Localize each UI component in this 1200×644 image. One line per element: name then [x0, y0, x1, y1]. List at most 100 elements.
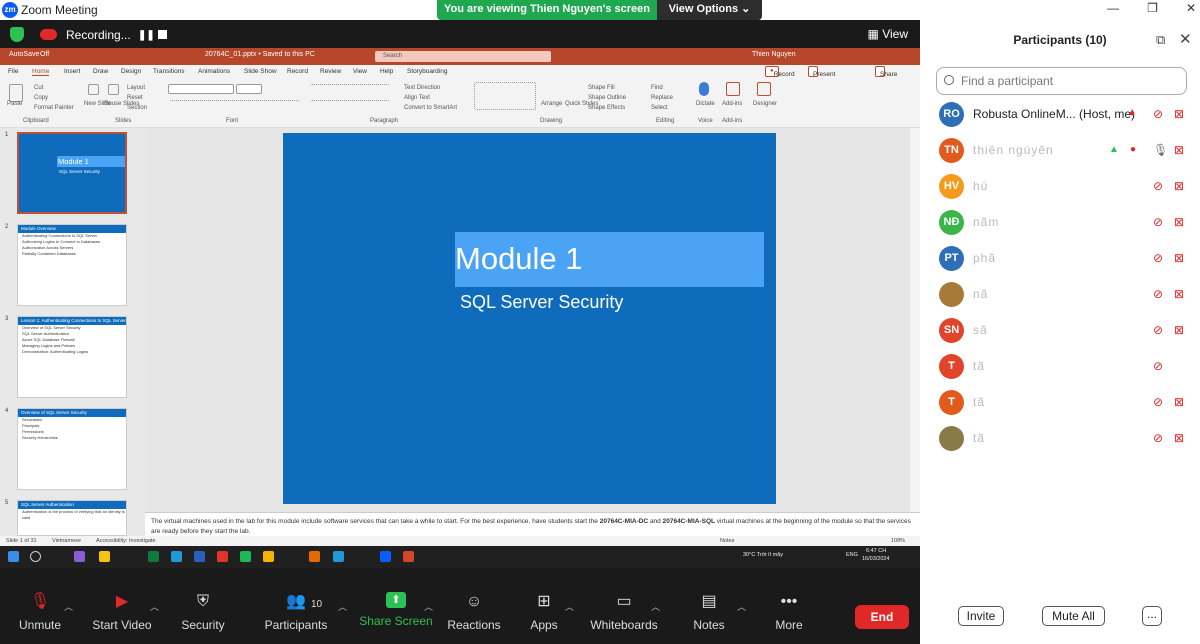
tab-review[interactable]: Review	[320, 68, 341, 75]
slide-thumbnail-2[interactable]: Module Overview Authenticating Connectio…	[17, 224, 127, 306]
tab-file[interactable]: File	[8, 68, 18, 75]
video-off-icon[interactable]: ⊠	[1174, 431, 1184, 445]
record-button[interactable]: ● Record	[765, 66, 795, 78]
taskbar-app-icon[interactable]	[194, 551, 205, 562]
participant-row[interactable]: TN thiên ngúyên ▲ ● 🎙 ⊠	[920, 133, 1200, 169]
video-off-icon[interactable]: ⊠	[1174, 179, 1184, 193]
video-off-icon[interactable]: ⊠	[1174, 323, 1184, 337]
pause-recording-icon[interactable]: ❚❚	[138, 30, 155, 41]
mic-off-icon[interactable]: ⊘	[1153, 323, 1163, 337]
language[interactable]: Vietnamese	[52, 538, 81, 544]
video-off-icon[interactable]: ⊠	[1174, 251, 1184, 265]
close-icon[interactable]: ✕	[1186, 1, 1196, 15]
share-caret-icon[interactable]: ︿	[424, 600, 433, 613]
tab-storyboarding[interactable]: Storyboarding	[407, 68, 447, 75]
participant-row[interactable]: nã ⊘ ⊠	[920, 277, 1200, 313]
shape-outline-label[interactable]: Shape Outline	[588, 95, 626, 101]
participant-row[interactable]: tã ⊘ ⊠	[920, 421, 1200, 457]
shape-fill-label[interactable]: Shape Fill	[588, 85, 615, 91]
tab-design[interactable]: Design	[121, 68, 141, 75]
select-label[interactable]: Select	[651, 105, 668, 111]
close-panel-icon[interactable]: ✕	[1179, 30, 1192, 48]
find-label[interactable]: Find	[651, 85, 663, 91]
shapes-gallery[interactable]	[474, 82, 536, 110]
autosave-label[interactable]: AutoSave	[9, 51, 39, 58]
editor-scrollbar[interactable]	[910, 128, 920, 512]
addins-label[interactable]: Add-ins	[722, 101, 742, 107]
share-button[interactable]: Share	[875, 66, 897, 78]
participants-caret-icon[interactable]: ︿	[338, 600, 347, 613]
mic-off-icon[interactable]: ⊘	[1153, 359, 1163, 373]
participant-row[interactable]: RO Robusta OnlineM... (Host, me) ● ⊘ ⊠	[920, 97, 1200, 133]
taskbar-app-icon[interactable]	[148, 551, 159, 562]
reset-label[interactable]: Reset	[127, 95, 143, 101]
tab-animations[interactable]: Animations	[198, 68, 230, 75]
ppt-search-box[interactable]: Search	[375, 51, 551, 62]
taskbar-app-icon[interactable]	[171, 551, 182, 562]
tab-home[interactable]: Home	[32, 68, 50, 76]
cut-label[interactable]: Cut	[34, 85, 43, 91]
shape-effects-label[interactable]: Shape Effects	[588, 105, 625, 111]
taskbar-app-icon[interactable]	[403, 551, 414, 562]
dictate-label[interactable]: Dictate	[696, 101, 715, 107]
more-options-button[interactable]: ...	[1142, 606, 1162, 626]
mic-on-icon[interactable]: 🎙	[1153, 143, 1168, 157]
designer-icon[interactable]	[757, 82, 771, 96]
search-icon[interactable]	[30, 551, 41, 562]
speaker-notes[interactable]: The virtual machines used in the lab for…	[145, 512, 920, 536]
encryption-shield-icon[interactable]	[10, 27, 24, 42]
clock-time[interactable]: 6:47 CH	[866, 548, 886, 554]
taskbar-app-icon[interactable]	[99, 551, 110, 562]
weather-text[interactable]: 30°C Trời ít mây	[743, 552, 783, 558]
present-in-teams-button[interactable]: Present in Teams	[808, 66, 835, 96]
tab-transitions[interactable]: Transitions	[153, 68, 185, 75]
copy-label[interactable]: Copy	[34, 95, 48, 101]
mic-off-icon[interactable]: ⊘	[1153, 251, 1163, 265]
taskbar-app-icon[interactable]	[309, 551, 320, 562]
list-format-row[interactable]	[310, 84, 390, 94]
font-format-row[interactable]	[170, 100, 300, 109]
find-participant-input[interactable]: Find a participant	[936, 67, 1187, 95]
video-off-icon[interactable]: ⊠	[1174, 107, 1184, 121]
tab-help[interactable]: Help	[380, 68, 393, 75]
video-off-icon[interactable]: ⊠	[1174, 143, 1184, 157]
taskbar-app-icon[interactable]	[263, 551, 274, 562]
notes-caret-icon[interactable]: ︿	[737, 600, 746, 613]
taskbar-app-icon[interactable]	[74, 551, 85, 562]
tab-draw[interactable]: Draw	[93, 68, 108, 75]
slide-thumbnail-4[interactable]: Overview of SQL Server Security Securabl…	[17, 408, 127, 490]
convert-smartart-label[interactable]: Convert to SmartArt	[404, 105, 457, 111]
security-button[interactable]: ⛨ Security	[163, 592, 243, 632]
ppt-user-name[interactable]: Thien Nguyen	[752, 51, 796, 58]
mic-off-icon[interactable]: ⊘	[1153, 107, 1163, 121]
participants-button[interactable]: 👥 Participants	[256, 592, 336, 632]
input-language[interactable]: ENG	[846, 552, 858, 558]
video-off-icon[interactable]: ⊠	[1174, 287, 1184, 301]
mute-all-button[interactable]: Mute All	[1042, 606, 1105, 626]
tab-slide-show[interactable]: Slide Show	[244, 68, 277, 75]
zoom-level[interactable]: 108%	[891, 538, 905, 544]
section-label[interactable]: Section	[127, 105, 147, 111]
taskbar-app-icon[interactable]	[333, 551, 344, 562]
paste-icon[interactable]	[9, 84, 23, 102]
text-direction-label[interactable]: Text Direction	[404, 85, 440, 91]
participant-row[interactable]: HV hú ⊘ ⊠	[920, 169, 1200, 205]
taskbar-app-icon[interactable]	[380, 551, 391, 562]
slide-thumbnail-1[interactable]: Module 1 SQL Server Security	[17, 132, 127, 214]
layout-label[interactable]: Layout	[127, 85, 145, 91]
mic-off-icon[interactable]: ⊘	[1153, 179, 1163, 193]
slide-thumbnail-3[interactable]: Lesson 1: Authenticating Connections to …	[17, 316, 127, 398]
tab-record[interactable]: Record	[287, 68, 308, 75]
participant-row[interactable]: PT phã ⊘ ⊠	[920, 241, 1200, 277]
participant-row[interactable]: NĐ nãm ⊘ ⊠	[920, 205, 1200, 241]
minimize-icon[interactable]: —	[1107, 1, 1119, 15]
arrange-label[interactable]: Arrange	[541, 101, 562, 107]
taskbar-app-icon[interactable]	[240, 551, 251, 562]
slide-thumbnail-5[interactable]: SQL Server Authentication Authentication…	[17, 500, 127, 536]
more-button[interactable]: ••• More	[749, 592, 829, 632]
start-icon[interactable]	[8, 551, 19, 562]
font-size-select[interactable]	[236, 84, 262, 94]
notes-toggle[interactable]: Notes	[720, 538, 734, 544]
stop-recording-icon[interactable]	[158, 30, 167, 39]
video-options-caret-icon[interactable]: ︿	[150, 600, 159, 613]
